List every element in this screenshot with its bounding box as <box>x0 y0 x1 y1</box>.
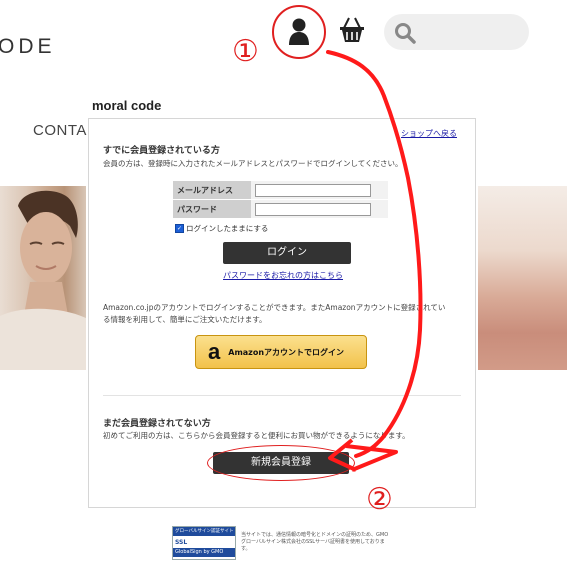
ssl-notice: 当サイトでは、通信情報の暗号化とドメインの証明のため、GMOグローバルサイン株式… <box>241 532 389 552</box>
ssl-badge[interactable]: グローバルサイン認証サイト SSL GlobalSign by GMO <box>172 526 236 560</box>
ssl-badge-middle: SSL <box>173 536 235 548</box>
ssl-badge-label: SSL <box>175 538 188 546</box>
annotation-arrow <box>326 50 423 472</box>
ssl-badge-bottom: GlobalSign by GMO <box>173 548 235 557</box>
ssl-badge-top: グローバルサイン認証サイト <box>173 527 235 536</box>
